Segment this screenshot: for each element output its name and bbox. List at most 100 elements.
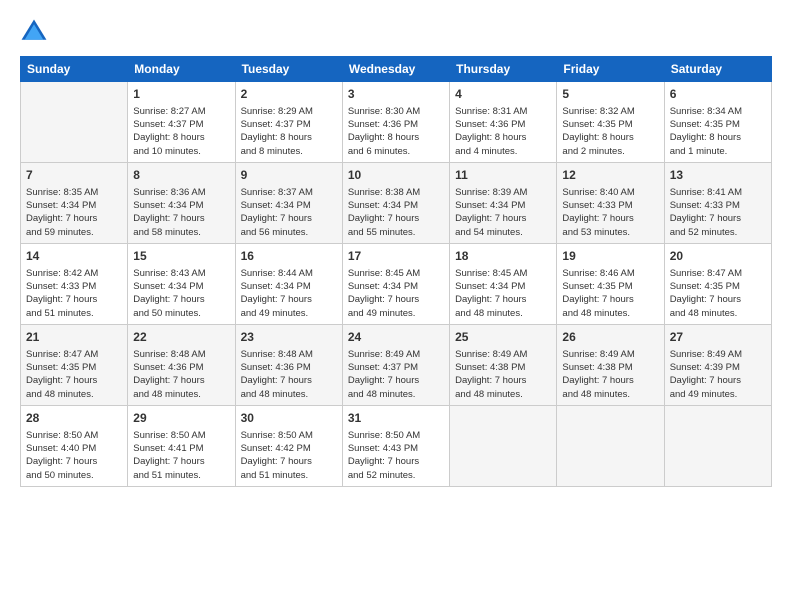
day-number: 20: [670, 248, 766, 265]
day-info: Sunrise: 8:50 AM Sunset: 4:40 PM Dayligh…: [26, 430, 98, 481]
day-info: Sunrise: 8:44 AM Sunset: 4:34 PM Dayligh…: [241, 268, 313, 319]
weekday-header-thursday: Thursday: [450, 57, 557, 82]
day-info: Sunrise: 8:36 AM Sunset: 4:34 PM Dayligh…: [133, 187, 205, 238]
day-number: 4: [455, 86, 551, 103]
day-cell: 15 Sunrise: 8:43 AM Sunset: 4:34 PM Dayli…: [128, 243, 235, 324]
day-cell: 13Sunrise: 8:41 AM Sunset: 4:33 PM Dayli…: [664, 162, 771, 243]
day-number: 1: [133, 86, 229, 103]
day-cell: 28 Sunrise: 8:50 AM Sunset: 4:40 PM Dayli…: [21, 405, 128, 486]
day-info: Sunrise: 8:27 AM Sunset: 4:37 PM Dayligh…: [133, 106, 205, 157]
day-number: 22: [133, 329, 229, 346]
day-number: 8: [133, 167, 229, 184]
day-cell: 1 Sunrise: 8:27 AM Sunset: 4:37 PM Daylig…: [128, 82, 235, 163]
weekday-header-tuesday: Tuesday: [235, 57, 342, 82]
day-number: 2: [241, 86, 337, 103]
day-info: Sunrise: 8:43 AM Sunset: 4:34 PM Dayligh…: [133, 268, 205, 319]
day-info: Sunrise: 8:31 AM Sunset: 4:36 PM Dayligh…: [455, 106, 527, 157]
day-cell: 2 Sunrise: 8:29 AM Sunset: 4:37 PM Daylig…: [235, 82, 342, 163]
day-info: Sunrise: 8:40 AM Sunset: 4:33 PM Dayligh…: [562, 187, 634, 238]
day-number: 12: [562, 167, 658, 184]
weekday-header-friday: Friday: [557, 57, 664, 82]
day-cell: 24 Sunrise: 8:49 AM Sunset: 4:37 PM Dayli…: [342, 324, 449, 405]
day-cell: 9 Sunrise: 8:37 AM Sunset: 4:34 PM Daylig…: [235, 162, 342, 243]
calendar-table: SundayMondayTuesdayWednesdayThursdayFrid…: [20, 56, 772, 487]
day-info: Sunrise: 8:37 AM Sunset: 4:34 PM Dayligh…: [241, 187, 313, 238]
day-number: 28: [26, 410, 122, 427]
day-number: 17: [348, 248, 444, 265]
week-row-1: 7Sunrise: 8:35 AM Sunset: 4:34 PM Daylig…: [21, 162, 772, 243]
day-info: Sunrise: 8:34 AM Sunset: 4:35 PM Dayligh…: [670, 106, 742, 157]
day-info: Sunrise: 8:47 AM Sunset: 4:35 PM Dayligh…: [670, 268, 742, 319]
page: SundayMondayTuesdayWednesdayThursdayFrid…: [0, 0, 792, 497]
day-info: Sunrise: 8:47 AM Sunset: 4:35 PM Dayligh…: [26, 349, 98, 400]
day-info: Sunrise: 8:50 AM Sunset: 4:42 PM Dayligh…: [241, 430, 313, 481]
day-cell: 31Sunrise: 8:50 AM Sunset: 4:43 PM Dayli…: [342, 405, 449, 486]
day-number: 9: [241, 167, 337, 184]
day-cell: 22Sunrise: 8:48 AM Sunset: 4:36 PM Dayli…: [128, 324, 235, 405]
day-cell: 19 Sunrise: 8:46 AM Sunset: 4:35 PM Dayli…: [557, 243, 664, 324]
day-cell: 20 Sunrise: 8:47 AM Sunset: 4:35 PM Dayli…: [664, 243, 771, 324]
day-info: Sunrise: 8:32 AM Sunset: 4:35 PM Dayligh…: [562, 106, 634, 157]
day-info: Sunrise: 8:29 AM Sunset: 4:37 PM Dayligh…: [241, 106, 313, 157]
day-cell: 23 Sunrise: 8:48 AM Sunset: 4:36 PM Dayli…: [235, 324, 342, 405]
day-number: 5: [562, 86, 658, 103]
day-number: 24: [348, 329, 444, 346]
day-number: 19: [562, 248, 658, 265]
day-number: 10: [348, 167, 444, 184]
day-cell: 12 Sunrise: 8:40 AM Sunset: 4:33 PM Dayli…: [557, 162, 664, 243]
day-cell: 25 Sunrise: 8:49 AM Sunset: 4:38 PM Dayli…: [450, 324, 557, 405]
day-cell: 4 Sunrise: 8:31 AM Sunset: 4:36 PM Daylig…: [450, 82, 557, 163]
day-number: 21: [26, 329, 122, 346]
weekday-header-row: SundayMondayTuesdayWednesdayThursdayFrid…: [21, 57, 772, 82]
day-cell: 14 Sunrise: 8:42 AM Sunset: 4:33 PM Dayli…: [21, 243, 128, 324]
day-cell: 26 Sunrise: 8:49 AM Sunset: 4:38 PM Dayli…: [557, 324, 664, 405]
day-number: 30: [241, 410, 337, 427]
day-info: Sunrise: 8:48 AM Sunset: 4:36 PM Dayligh…: [241, 349, 313, 400]
weekday-header-saturday: Saturday: [664, 57, 771, 82]
day-info: Sunrise: 8:49 AM Sunset: 4:37 PM Dayligh…: [348, 349, 420, 400]
day-number: 23: [241, 329, 337, 346]
day-number: 13: [670, 167, 766, 184]
day-cell: [664, 405, 771, 486]
day-cell: [450, 405, 557, 486]
day-number: 15: [133, 248, 229, 265]
day-info: Sunrise: 8:49 AM Sunset: 4:39 PM Dayligh…: [670, 349, 742, 400]
day-info: Sunrise: 8:49 AM Sunset: 4:38 PM Dayligh…: [562, 349, 634, 400]
weekday-header-monday: Monday: [128, 57, 235, 82]
day-info: Sunrise: 8:35 AM Sunset: 4:34 PM Dayligh…: [26, 187, 98, 238]
day-cell: 18 Sunrise: 8:45 AM Sunset: 4:34 PM Dayli…: [450, 243, 557, 324]
day-number: 25: [455, 329, 551, 346]
day-info: Sunrise: 8:46 AM Sunset: 4:35 PM Dayligh…: [562, 268, 634, 319]
logo-icon: [20, 18, 48, 46]
week-row-4: 28 Sunrise: 8:50 AM Sunset: 4:40 PM Dayli…: [21, 405, 772, 486]
day-number: 27: [670, 329, 766, 346]
day-info: Sunrise: 8:39 AM Sunset: 4:34 PM Dayligh…: [455, 187, 527, 238]
day-number: 26: [562, 329, 658, 346]
day-cell: 3Sunrise: 8:30 AM Sunset: 4:36 PM Daylig…: [342, 82, 449, 163]
day-info: Sunrise: 8:50 AM Sunset: 4:43 PM Dayligh…: [348, 430, 420, 481]
day-info: Sunrise: 8:50 AM Sunset: 4:41 PM Dayligh…: [133, 430, 205, 481]
week-row-0: 1 Sunrise: 8:27 AM Sunset: 4:37 PM Daylig…: [21, 82, 772, 163]
header: [20, 18, 772, 46]
day-cell: 30 Sunrise: 8:50 AM Sunset: 4:42 PM Dayli…: [235, 405, 342, 486]
day-info: Sunrise: 8:42 AM Sunset: 4:33 PM Dayligh…: [26, 268, 98, 319]
day-number: 11: [455, 167, 551, 184]
day-number: 18: [455, 248, 551, 265]
day-cell: 11 Sunrise: 8:39 AM Sunset: 4:34 PM Dayli…: [450, 162, 557, 243]
day-cell: 29 Sunrise: 8:50 AM Sunset: 4:41 PM Dayli…: [128, 405, 235, 486]
day-number: 3: [348, 86, 444, 103]
day-number: 6: [670, 86, 766, 103]
day-cell: 10 Sunrise: 8:38 AM Sunset: 4:34 PM Dayli…: [342, 162, 449, 243]
day-cell: 27 Sunrise: 8:49 AM Sunset: 4:39 PM Dayli…: [664, 324, 771, 405]
day-cell: [557, 405, 664, 486]
day-info: Sunrise: 8:38 AM Sunset: 4:34 PM Dayligh…: [348, 187, 420, 238]
weekday-header-wednesday: Wednesday: [342, 57, 449, 82]
day-number: 16: [241, 248, 337, 265]
day-info: Sunrise: 8:45 AM Sunset: 4:34 PM Dayligh…: [455, 268, 527, 319]
day-number: 29: [133, 410, 229, 427]
day-number: 14: [26, 248, 122, 265]
week-row-2: 14 Sunrise: 8:42 AM Sunset: 4:33 PM Dayli…: [21, 243, 772, 324]
week-row-3: 21 Sunrise: 8:47 AM Sunset: 4:35 PM Dayli…: [21, 324, 772, 405]
day-cell: [21, 82, 128, 163]
day-info: Sunrise: 8:49 AM Sunset: 4:38 PM Dayligh…: [455, 349, 527, 400]
